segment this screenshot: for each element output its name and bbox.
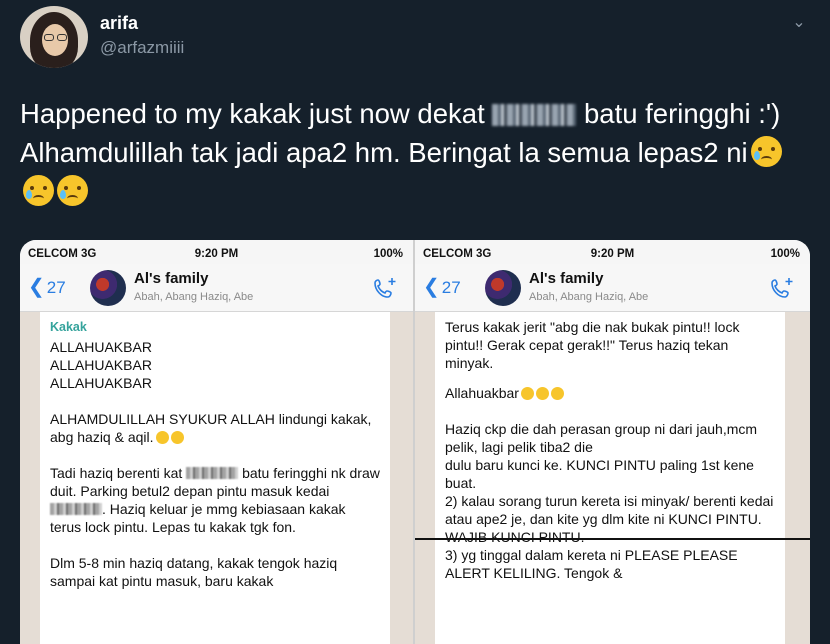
chat-header: ❮ 27 Al's family Abah, Abang Haziq, Abe bbox=[20, 264, 413, 312]
back-button[interactable]: ❮ 27 bbox=[28, 274, 66, 299]
message-bubble: Terus kakak jerit "abg die nak bukak pin… bbox=[435, 312, 785, 644]
message-line: dulu baru kunci ke. KUNCI PINTU paling 1… bbox=[445, 457, 774, 581]
message-line: ALHAMDULILLAH SYUKUR ALLAH lindungi kaka… bbox=[50, 411, 376, 445]
chat-area: Terus kakak jerit "abg die nak bukak pin… bbox=[415, 312, 810, 644]
add-call-icon[interactable] bbox=[770, 277, 794, 299]
laughing-face-icon bbox=[550, 387, 564, 400]
message-line: Haziq ckp die dah perasan group ni dari … bbox=[445, 421, 761, 455]
back-button[interactable]: ❮ 27 bbox=[423, 274, 461, 299]
status-bar: CELCOM 3G 9:20 PM 100% bbox=[20, 240, 413, 266]
status-time: 9:20 PM bbox=[590, 248, 635, 260]
user-handle[interactable]: @arfazmiiii bbox=[100, 38, 184, 58]
tweet-media[interactable]: CELCOM 3G 9:20 PM 100% ❮ 27 Al's family A… bbox=[20, 240, 810, 644]
sender-name: Kakak bbox=[50, 320, 87, 334]
laughing-face-icon bbox=[535, 387, 549, 400]
laughing-face-icon bbox=[520, 387, 534, 400]
battery-label: 100% bbox=[770, 248, 800, 260]
status-bar: CELCOM 3G 9:20 PM 100% bbox=[415, 240, 810, 266]
group-members: Abah, Abang Haziq, Abe bbox=[134, 291, 254, 303]
laughing-face-icon bbox=[170, 431, 184, 444]
unread-count: 27 bbox=[46, 278, 66, 297]
screenshot-left[interactable]: CELCOM 3G 9:20 PM 100% ❮ 27 Al's family A… bbox=[20, 240, 415, 644]
crying-face-icon bbox=[57, 175, 88, 206]
message-bubble: Kakak ALLAHUAKBAR ALLAHUAKBAR ALLAHUAKBA… bbox=[40, 312, 390, 644]
avatar[interactable] bbox=[20, 6, 88, 68]
censored-location bbox=[186, 467, 239, 479]
chevron-down-icon[interactable]: ⌄ bbox=[788, 12, 810, 31]
tweet-text-part-1: Happened to my kakak just now dekat bbox=[20, 98, 493, 129]
tweet-text: Happened to my kakak just now dekat batu… bbox=[20, 94, 810, 211]
censored-location bbox=[50, 503, 102, 515]
censored-location bbox=[492, 104, 577, 126]
chat-area: Kakak ALLAHUAKBAR ALLAHUAKBAR ALLAHUAKBA… bbox=[20, 312, 413, 644]
crying-face-icon bbox=[750, 136, 782, 167]
battery-label: 100% bbox=[373, 248, 403, 260]
unread-count: 27 bbox=[441, 278, 461, 297]
crop-divider bbox=[415, 538, 810, 540]
group-name[interactable]: Al's family bbox=[134, 270, 208, 287]
message-line: Terus kakak jerit "abg die nak bukak pin… bbox=[445, 319, 744, 371]
group-avatar[interactable] bbox=[485, 270, 521, 306]
message-line: Dlm 5-8 min haziq datang, kakak tengok h… bbox=[50, 555, 342, 589]
group-name[interactable]: Al's family bbox=[529, 270, 603, 287]
group-members: Abah, Abang Haziq, Abe bbox=[529, 291, 649, 303]
laughing-face-icon bbox=[155, 431, 169, 444]
chat-header: ❮ 27 Al's family Abah, Abang Haziq, Abe bbox=[415, 264, 810, 312]
tweet-header: arifa @arfazmiiii ⌄ bbox=[20, 6, 810, 68]
message-line: Allahuakbar bbox=[445, 384, 775, 402]
status-time: 9:20 PM bbox=[194, 248, 239, 260]
message-line: ALLAHUAKBAR ALLAHUAKBAR ALLAHUAKBAR bbox=[50, 339, 152, 391]
display-name[interactable]: arifa bbox=[100, 13, 138, 34]
message-line: Tadi haziq berenti kat batu feringghi nk… bbox=[50, 465, 384, 535]
group-avatar[interactable] bbox=[90, 270, 126, 306]
crying-face-icon bbox=[23, 175, 54, 206]
screenshot-right[interactable]: CELCOM 3G 9:20 PM 100% ❮ 27 Al's family A… bbox=[415, 240, 810, 644]
add-call-icon[interactable] bbox=[373, 277, 397, 299]
